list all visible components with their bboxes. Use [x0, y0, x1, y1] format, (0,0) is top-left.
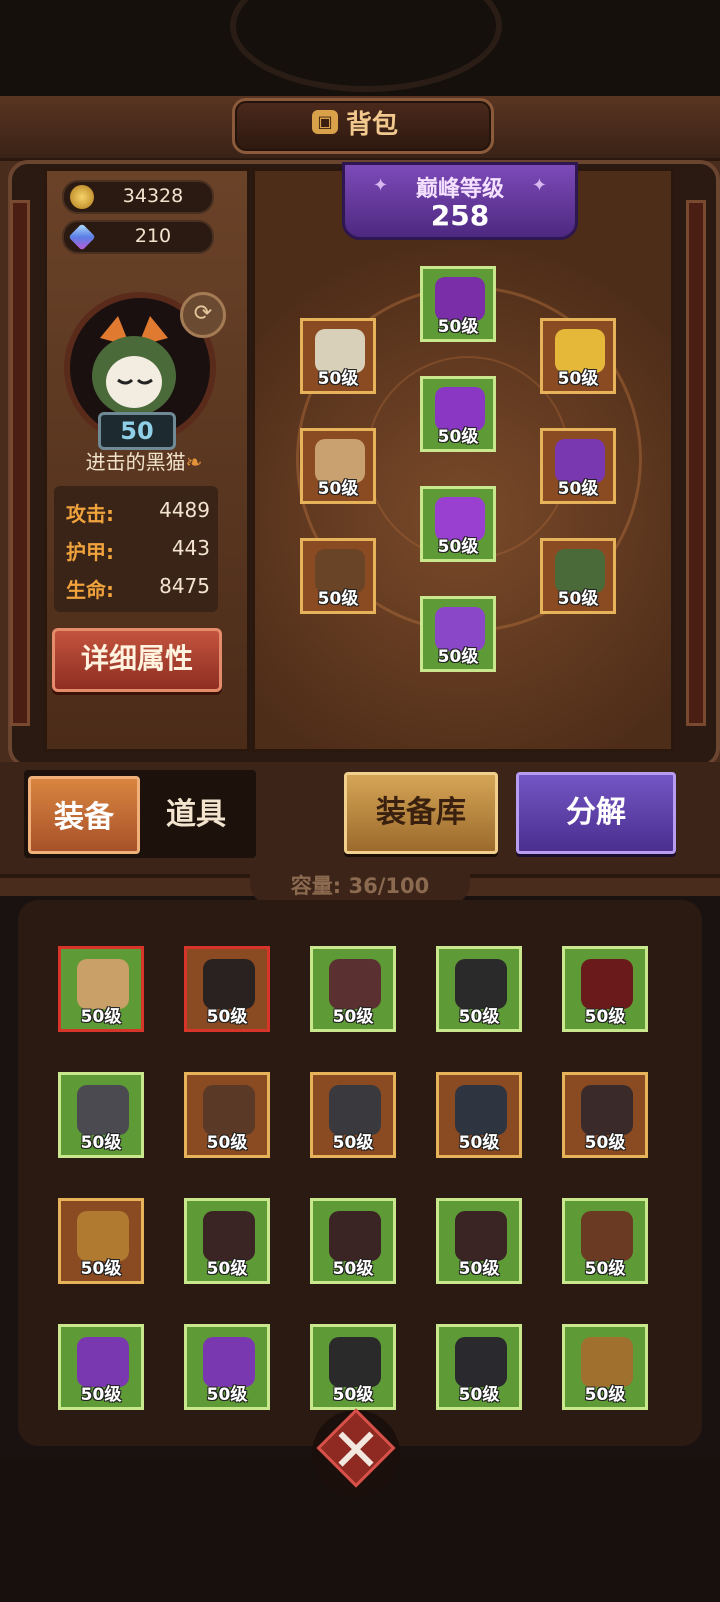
stat-value: 4489 [159, 498, 210, 522]
item-level: 50级 [332, 1385, 374, 1405]
inventory-item[interactable]: 50级 [562, 1072, 648, 1158]
inventory-item[interactable]: 50级 [184, 946, 270, 1032]
pants-slot[interactable]: 50级 [420, 486, 496, 562]
inventory-item[interactable]: 50级 [184, 1072, 270, 1158]
item-level: 50级 [458, 1259, 500, 1279]
stat-value: 8475 [159, 574, 210, 598]
item-level: 50级 [437, 317, 479, 337]
left-rail [10, 200, 30, 726]
inventory-item[interactable]: 50级 [58, 1198, 144, 1284]
page-title: 背包 [346, 110, 399, 140]
inventory-item[interactable]: 50级 [562, 1198, 648, 1284]
inventory-item[interactable]: 50级 [436, 1072, 522, 1158]
inventory-item[interactable]: 50级 [562, 1324, 648, 1410]
chest-slot[interactable]: 50级 [420, 376, 496, 452]
inventory-item[interactable]: 50级 [436, 1324, 522, 1410]
boots-slot[interactable]: 50级 [420, 596, 496, 672]
inventory-item[interactable]: 50级 [562, 946, 648, 1032]
inventory-item[interactable]: 50级 [58, 946, 144, 1032]
item-level: 50级 [206, 1133, 248, 1153]
item-level: 50级 [332, 1133, 374, 1153]
gold-display: 34328 [62, 180, 214, 214]
gem-icon [68, 223, 96, 251]
player-name: 进击的黑猫❧ [50, 446, 238, 475]
item-level: 50级 [332, 1259, 374, 1279]
decompose-button[interactable]: 分解 [516, 772, 676, 854]
item-level: 50级 [584, 1259, 626, 1279]
inventory-item[interactable]: 50级 [310, 1072, 396, 1158]
item-level: 50级 [80, 1385, 122, 1405]
leaf-icon: ❧ [185, 450, 203, 474]
item-level: 50级 [458, 1007, 500, 1027]
gem-display: 210 [62, 220, 214, 254]
item-level: 50级 [458, 1385, 500, 1405]
right-rail [686, 200, 706, 726]
tab-items[interactable]: 道具 [140, 776, 252, 854]
quiver-slot[interactable]: 50级 [540, 538, 616, 614]
detail-attributes-button[interactable]: 详细属性 [52, 628, 222, 692]
item-level: 50级 [206, 1259, 248, 1279]
stats-box: 攻击: 4489 护甲: 443 生命: 8475 [54, 486, 218, 612]
item-level: 50级 [206, 1007, 248, 1027]
player-name-text: 进击的黑猫 [85, 450, 186, 474]
inventory-item[interactable]: 50级 [436, 1198, 522, 1284]
inventory-item[interactable]: 50级 [310, 1324, 396, 1410]
item-level: 50级 [317, 369, 359, 389]
capacity-label: 容量: 36/100 [290, 874, 430, 898]
gauntlet-slot[interactable]: 50级 [300, 428, 376, 504]
inventory-item[interactable]: 50级 [310, 1198, 396, 1284]
weapon-slot[interactable]: 50级 [300, 538, 376, 614]
tab-equipment[interactable]: 装备 [28, 776, 140, 854]
item-level: 50级 [557, 589, 599, 609]
helmet-slot[interactable]: 50级 [300, 318, 376, 394]
inventory-item[interactable]: 50级 [184, 1324, 270, 1410]
inventory-item[interactable]: 50级 [58, 1072, 144, 1158]
equipment-vault-button[interactable]: 装备库 [344, 772, 498, 854]
item-level: 50级 [458, 1133, 500, 1153]
stat-label: 护甲: [66, 540, 114, 564]
inventory-item[interactable]: 50级 [310, 946, 396, 1032]
fox-avatar-icon [92, 316, 176, 416]
refresh-avatar-button[interactable]: ⟳ [180, 292, 226, 338]
item-level: 50级 [80, 1133, 122, 1153]
item-level: 50级 [317, 589, 359, 609]
item-level: 50级 [584, 1385, 626, 1405]
close-icon[interactable]: ✕ [312, 1416, 400, 1486]
ring-slot[interactable]: 50级 [540, 428, 616, 504]
gold-value: 34328 [122, 185, 184, 207]
item-level: 50级 [584, 1007, 626, 1027]
gem-value: 210 [134, 225, 172, 247]
item-level: 50级 [557, 479, 599, 499]
stat-label: 攻击: [66, 502, 114, 526]
item-level: 50级 [206, 1385, 248, 1405]
item-level: 50级 [437, 647, 479, 667]
item-level: 50级 [557, 369, 599, 389]
item-level: 50级 [317, 479, 359, 499]
player-level-badge: 50 [98, 412, 176, 450]
gold-coin-icon [70, 185, 94, 209]
item-level: 50级 [584, 1133, 626, 1153]
item-level: 50级 [80, 1259, 122, 1279]
head-slot[interactable]: 50级 [420, 266, 496, 342]
peak-level-value: 258 [430, 199, 490, 232]
inventory-item[interactable]: 50级 [184, 1198, 270, 1284]
stat-value: 443 [171, 536, 210, 560]
peak-level-banner: ✦ ✦ 巅峰等级 258 [342, 162, 578, 240]
stat-label: 生命: [66, 578, 114, 602]
inventory-item[interactable]: 50级 [436, 946, 522, 1032]
amulet-slot[interactable]: 50级 [540, 318, 616, 394]
backpack-icon: ▣ [312, 110, 338, 134]
item-level: 50级 [80, 1007, 122, 1027]
item-level: 50级 [332, 1007, 374, 1027]
item-level: 50级 [437, 537, 479, 557]
inventory-item[interactable]: 50级 [58, 1324, 144, 1410]
item-level: 50级 [437, 427, 479, 447]
